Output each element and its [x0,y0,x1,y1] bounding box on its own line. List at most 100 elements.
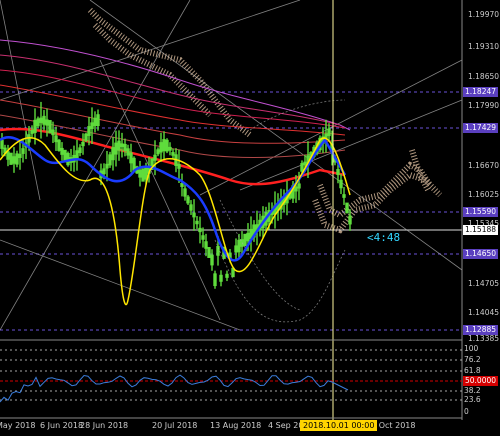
oscillator-scale-label: 61.8 [464,366,481,375]
candle-body [294,186,298,192]
candle-body [342,194,346,198]
oscillator-line [0,374,349,403]
candle-body [129,152,133,164]
candle-body [339,179,343,189]
candle-body [219,274,223,282]
candle-body [234,245,238,253]
candle-body [30,130,34,134]
price-scale-label: 1.19310 [468,42,500,51]
candle-body [303,161,307,166]
price-scale-label: 1.14705 [468,279,500,288]
candle-body [126,148,130,156]
candle-body [237,239,241,253]
candle-body [297,183,301,189]
candle-body [93,117,97,127]
candle-body [21,148,25,154]
candle-body [120,143,124,147]
candle-body [138,169,142,178]
candle-body [132,157,136,171]
forex-chart[interactable] [0,0,500,436]
candle-body [141,168,145,182]
candle-body [6,151,10,160]
candle-body [327,128,331,137]
price-level-tag: 1.18247 [463,87,499,97]
price-scale-label: 1.16670 [468,161,500,170]
price-scale-label: 1.17990 [468,101,500,110]
candle-body [33,119,37,133]
candle-body [165,139,169,152]
candle-body [192,212,196,218]
candle-body [156,149,160,155]
oscillator-scale-label: 0 [464,407,469,416]
time-axis-label: 6 Jun 2018 [40,421,84,430]
candle-body [189,204,193,211]
candlesticks [0,101,352,289]
candle-body [336,169,340,175]
price-scale-label: 1.19970 [468,10,500,19]
oscillator-scale-label: 76.2 [464,355,481,364]
candle-body [123,143,127,151]
candle-body [78,147,82,154]
candle-body [177,163,181,169]
price-scale-label: 1.13385 [468,334,500,343]
candle-body [15,153,19,165]
candle-body [42,115,46,125]
candle-body [81,141,85,147]
candle-body [345,202,349,214]
candle-body [162,139,166,152]
candle-body [171,152,175,156]
candle-body [210,254,214,266]
candle-body [90,122,94,130]
candle-body [87,126,91,136]
candle-body [183,188,187,197]
candle-body [117,140,121,151]
candle-body [12,156,16,164]
price-level-tag: 1.14650 [463,249,499,259]
price-level-tag: 1.12885 [463,325,499,335]
bar-countdown: <4:48 [367,231,401,244]
candle-body [195,220,199,225]
candle-body [54,135,58,143]
oscillator-level-tag: 50.0000 [463,376,499,386]
candle-body [159,142,163,153]
price-scale-label: 1.18650 [468,72,500,81]
ichimoku-cloud [87,7,443,234]
candle-body [300,163,304,172]
candle-body [18,153,22,158]
candle-body [198,227,202,233]
time-axis-label: 13 Aug 2018 [210,421,262,430]
candle-body [57,139,61,151]
candle-body [105,163,109,169]
candle-body [45,119,49,126]
candle-body [0,139,4,149]
candle-body [48,120,52,134]
candle-body [84,133,88,142]
candle-body [201,235,205,240]
time-axis-label: 20 Jul 2018 [152,421,198,430]
oscillator-scale-label: 38.2 [464,386,481,395]
price-plot[interactable] [0,0,463,420]
candle-body [39,117,43,123]
candle-body [204,241,208,249]
cursor-date-label: 2018.10.01 00:00 [300,420,378,431]
candle-body [207,247,211,258]
candle-body [36,118,40,127]
oscillator-scale-label: 23.6 [464,395,481,404]
price-level-tag: 1.15590 [463,207,499,217]
candle-body [9,152,13,165]
candle-body [180,183,184,187]
candle-body [153,154,157,161]
time-axis-label: 4 Sep 20 [268,421,304,430]
price-scale-label: 1.14045 [468,308,500,317]
price-level-tag: 1.17429 [463,123,499,133]
oscillator-pane[interactable] [0,339,462,419]
oscillator-scale-label: 100 [464,344,479,353]
time-axis-label: 28 Jun 2018 [80,421,129,430]
candle-body [168,146,172,151]
candle-body [213,273,217,287]
candle-body [144,167,148,180]
candle-body [225,273,229,278]
time-axis-label: May 2018 [0,421,36,430]
candle-body [102,168,106,175]
candle-body [114,142,118,155]
